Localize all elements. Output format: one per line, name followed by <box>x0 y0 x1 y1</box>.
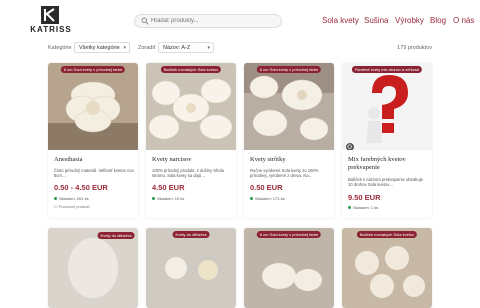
product-card[interactable]: 6 cm Sola kvety v prírodnej farbe <box>244 228 334 308</box>
stock-status: Skladom: 10 ks <box>152 196 184 201</box>
search-input[interactable] <box>151 15 279 27</box>
logo[interactable]: KATRISS <box>30 6 72 36</box>
product-title[interactable]: Kvety sirôtky <box>250 156 330 164</box>
product-image[interactable]: 6 cm Sola kvety v prírodnej farbe <box>244 63 334 150</box>
product-description: Balíček s názvom prekvapenie obsahuje 10… <box>348 177 423 188</box>
product-image[interactable]: Farebné kvety mix druhov a veľkostí <box>342 63 432 150</box>
product-card[interactable]: Kvety do difúzéra <box>146 228 236 308</box>
in-stock-dot-icon <box>54 197 57 201</box>
product-card[interactable]: Balíček rovnakých Sola kvetov <box>342 228 432 308</box>
sort-label: Zoradiť <box>138 45 156 51</box>
product-title[interactable]: Anesthasia <box>54 156 134 164</box>
filter-bar: Kategórie Všetky kategórie ▾ Zoradiť Náz… <box>0 40 480 56</box>
category-select-value: Všetky kategórie <box>79 45 120 51</box>
site-header: KATRISS Sola kvety Sušina Výrobky Blog O… <box>0 0 480 38</box>
product-price: 4.50 EUR <box>152 183 185 192</box>
stock-status: Skladom: 173 ks <box>250 196 285 201</box>
product-card[interactable] <box>48 228 138 308</box>
category-select[interactable]: Všetky kategórie ▾ <box>74 42 130 53</box>
product-description: 100% prírodný produkt, z dužiny Shola st… <box>152 168 224 179</box>
compare-link[interactable]: ☐ Porovnať produkt <box>54 204 90 209</box>
in-stock-dot-icon <box>152 197 155 201</box>
nav-susina[interactable]: Sušina <box>364 16 388 25</box>
stock-status: Skladom: 261 ks <box>54 196 89 201</box>
stock-status: Skladom: 1 ks <box>348 205 378 210</box>
stock-text: Skladom: 10 ks <box>157 196 185 201</box>
product-description: Ručne vyrobené Sola kvety zo 100% prírod… <box>250 168 319 179</box>
product-price: 9.50 EUR <box>348 193 381 202</box>
product-count: 179 produktov <box>397 45 432 51</box>
sort-select[interactable]: Názov: A-Z ▾ <box>158 42 214 53</box>
stock-text: Skladom: 1 ks <box>353 205 379 210</box>
nav-vyrobky[interactable]: Výrobky <box>395 16 424 25</box>
search-box[interactable] <box>134 14 282 28</box>
product-badge: 6 cm Sola kvety v prírodnej farbe <box>60 66 126 73</box>
nav-o-nas[interactable]: O nás <box>453 16 474 25</box>
product-description: Čisto prírodný materiál. Veľkosť kvetov … <box>54 168 134 179</box>
stock-text: Skladom: 261 ks <box>59 196 89 201</box>
nav-sola-kvety[interactable]: Sola kvety <box>322 16 359 25</box>
product-badge: Kvety do difúzéra <box>172 231 210 238</box>
search-icon <box>141 17 149 25</box>
product-badge: Farebné kvety mix druhov a veľkostí <box>351 66 423 73</box>
product-title[interactable]: Mix farebných kvetov prekvapenie <box>348 156 428 172</box>
compare-text: Porovnať produkt <box>58 204 90 209</box>
product-badge: 6 cm Sola kvety v prírodnej farbe <box>256 66 322 73</box>
product-badge: Balíček rovnakých Sola kvetov <box>356 231 418 238</box>
product-price: 0.50 EUR <box>250 183 283 192</box>
category-label: Kategórie <box>48 45 72 51</box>
nav-blog[interactable]: Blog <box>430 16 446 25</box>
product-card[interactable]: Farebné kvety mix druhov a veľkostí Mix … <box>342 63 432 218</box>
product-image[interactable]: Balíček rovnakých Sola kvetov <box>146 63 236 150</box>
stock-text: Skladom: 173 ks <box>255 196 285 201</box>
product-card[interactable]: 6 cm Sola kvety v prírodnej farbe Kvety … <box>244 63 334 218</box>
logo-mark-icon <box>41 6 59 24</box>
product-title[interactable]: Kvety narcisov <box>152 156 232 164</box>
product-badge: 6 cm Sola kvety v prírodnej farbe <box>256 231 322 238</box>
chevron-down-icon: ▾ <box>207 45 210 51</box>
sort-select-value: Názov: A-Z <box>163 45 191 51</box>
product-badge: Kvety do difúzéra <box>97 232 135 239</box>
product-card[interactable]: Balíček rovnakých Sola kvetov Kvety narc… <box>146 63 236 218</box>
in-stock-dot-icon <box>250 197 253 201</box>
product-price: 0.50 - 4.50 EUR <box>54 183 108 192</box>
chevron-down-icon: ▾ <box>123 45 126 51</box>
product-image[interactable]: 6 cm Sola kvety v prírodnej farbe <box>48 63 138 150</box>
zoom-icon[interactable] <box>346 143 354 150</box>
in-stock-dot-icon <box>348 206 351 210</box>
logo-text: KATRISS <box>30 25 72 34</box>
product-badge: Balíček rovnakých Sola kvetov <box>160 66 222 73</box>
product-card[interactable]: 6 cm Sola kvety v prírodnej farbe Anesth… <box>48 63 138 218</box>
